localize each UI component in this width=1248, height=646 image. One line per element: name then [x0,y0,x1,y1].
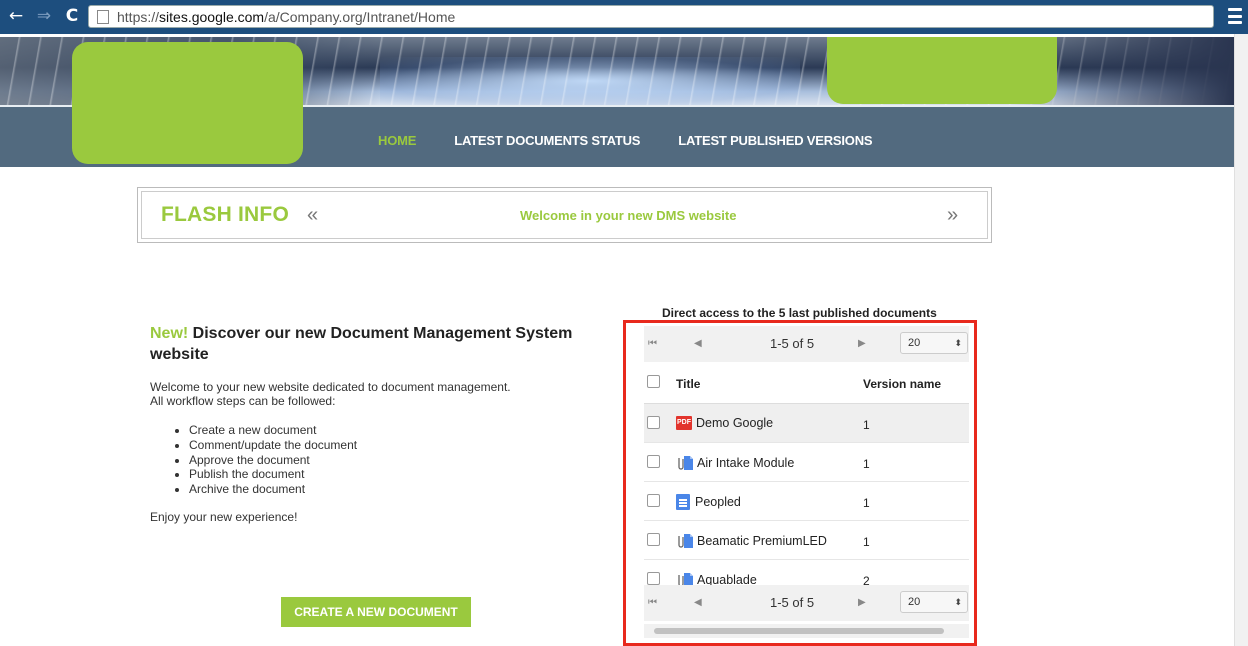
google-doc-icon [676,494,690,510]
select-arrows-icon: ⬍ [954,338,962,348]
page-size-select[interactable]: 20 ⬍ [900,332,968,354]
attachment-doc-icon [676,455,693,471]
flash-prev-button[interactable]: « [307,204,318,227]
table-row[interactable]: Peopled 1 [644,482,969,521]
flash-message: Welcome in your new DMS website [520,208,737,223]
pager-bottom: ⏮ ◀ 1-5 of 5 ▶ 20 ⬍ [644,585,969,621]
intro-closing: Enjoy your new experience! [150,510,298,524]
address-bar[interactable]: https://sites.google.com/a/Company.org/I… [88,5,1214,28]
prev-page-icon[interactable]: ◀ [694,597,702,608]
list-item: Comment/update the document [189,438,357,453]
browser-toolbar: ← ⇒ C https://sites.google.com/a/Company… [0,0,1248,34]
documents-widget: ⏮ ◀ 1-5 of 5 ▶ 20 ⬍ Title Version name PD… [644,326,969,638]
list-item: Approve the document [189,453,357,468]
documents-widget-heading: Direct access to the 5 last published do… [662,306,937,320]
nav-latest-documents-status[interactable]: LATEST DOCUMENTS STATUS [454,133,640,148]
workflow-steps-list: Create a new document Comment/update the… [189,423,357,497]
row-checkbox[interactable] [647,533,660,546]
create-document-button[interactable]: CREATE A NEW DOCUMENT [281,597,471,627]
next-page-icon[interactable]: ▶ [858,338,866,349]
back-icon[interactable]: ← [6,6,26,26]
intro-title-text: Discover our new Document Management Sys… [150,325,573,363]
select-all-checkbox[interactable] [647,375,660,388]
table-header: Title Version name [644,364,969,404]
flash-next-button[interactable]: » [947,204,958,227]
version-name: 1 [863,535,870,549]
forward-icon[interactable]: ⇒ [34,6,54,26]
document-title[interactable]: Demo Google [696,416,773,430]
intro-paragraph: Welcome to your new website dedicated to… [150,380,511,408]
menu-icon[interactable] [1228,8,1242,24]
intro-line-1: Welcome to your new website dedicated to… [150,380,511,394]
next-page-icon[interactable]: ▶ [858,597,866,608]
list-item: Publish the document [189,467,357,482]
document-title[interactable]: Peopled [695,495,741,509]
row-checkbox[interactable] [647,494,660,507]
first-page-icon[interactable]: ⏮ [648,338,657,349]
row-checkbox[interactable] [647,416,660,429]
reload-icon[interactable]: C [62,6,82,26]
logo-placeholder-right [827,37,1057,104]
horizontal-scrollbar[interactable] [644,624,969,638]
nav-latest-published-versions[interactable]: LATEST PUBLISHED VERSIONS [678,133,872,148]
column-version-name[interactable]: Version name [863,377,941,391]
url-path: /a/Company.org/Intranet/Home [264,8,456,25]
page-scrollbar[interactable] [1234,34,1248,646]
logo-placeholder-left[interactable] [72,42,303,164]
scrollbar-thumb[interactable] [654,628,944,634]
page-size-value: 20 [908,337,921,349]
list-item: Archive the document [189,482,357,497]
url-host: sites.google.com [159,8,265,25]
nav-home[interactable]: HOME [378,133,416,148]
prev-page-icon[interactable]: ◀ [694,338,702,349]
column-title[interactable]: Title [676,377,700,391]
table-row[interactable]: PDF Demo Google 1 [644,404,969,443]
pdf-icon: PDF [676,416,692,430]
select-arrows-icon: ⬍ [954,597,962,607]
first-page-icon[interactable]: ⏮ [648,597,657,608]
version-name: 1 [863,496,870,510]
main-nav: HOME LATEST DOCUMENTS STATUS LATEST PUBL… [378,133,873,148]
page-count: 1-5 of 5 [770,595,815,610]
new-label: New! [150,325,189,342]
list-item: Create a new document [189,423,357,438]
page-count: 1-5 of 5 [770,336,815,351]
intro-heading: New! Discover our new Document Managemen… [150,323,620,365]
page-icon [97,9,109,24]
version-name: 1 [863,457,870,471]
page-size-value: 20 [908,596,921,608]
row-checkbox[interactable] [647,572,660,585]
intro-line-2: All workflow steps can be followed: [150,394,336,408]
flash-info-title: FLASH INFO [161,203,289,226]
version-name: 1 [863,418,870,432]
document-title[interactable]: Air Intake Module [697,456,794,470]
pager-top: ⏮ ◀ 1-5 of 5 ▶ 20 ⬍ [644,326,969,362]
page-size-select[interactable]: 20 ⬍ [900,591,968,613]
row-checkbox[interactable] [647,455,660,468]
attachment-doc-icon [676,533,693,549]
url-prefix: https:// [117,8,160,25]
document-title[interactable]: Beamatic PremiumLED [697,534,827,548]
table-row[interactable]: Air Intake Module 1 [644,443,969,482]
table-row[interactable]: Beamatic PremiumLED 1 [644,521,969,560]
